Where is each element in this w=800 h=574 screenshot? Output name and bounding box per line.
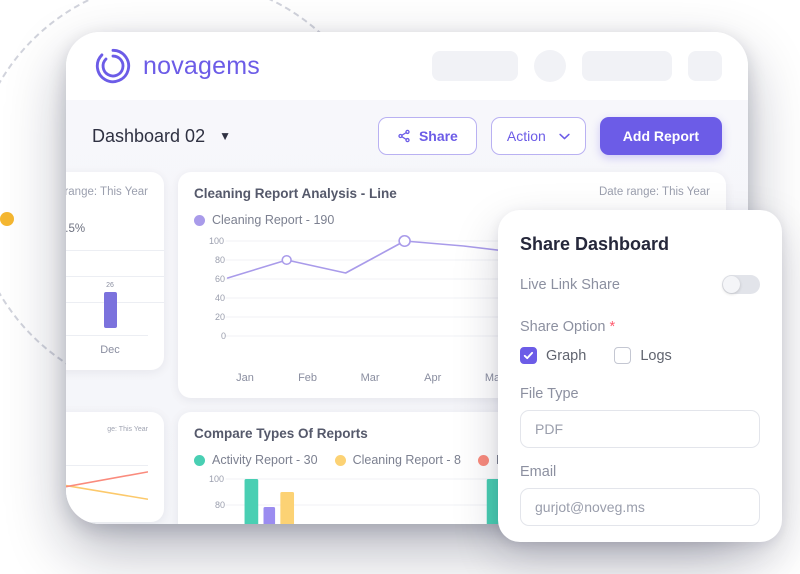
live-link-share-row: Live Link Share <box>520 275 760 294</box>
kpi-delta: 20.5% <box>66 223 85 235</box>
x-axis-label: Jan <box>236 372 254 384</box>
kpi-mini-chart: 27 26 <box>66 250 164 328</box>
svg-text:20: 20 <box>215 312 225 322</box>
email-input[interactable] <box>520 488 760 526</box>
share-button-label: Share <box>418 128 458 144</box>
x-axis-label: Mar <box>360 372 380 384</box>
header-placeholder-menu[interactable] <box>688 51 722 81</box>
add-report-button[interactable]: Add Report <box>599 117 722 155</box>
mini-bar-item: 26 <box>87 282 133 328</box>
header-placeholder-search[interactable] <box>432 51 518 81</box>
screenshot-stage: novagems Dashboard 02 ▼ Share Action Add… <box>0 0 800 574</box>
required-asterisk: * <box>609 319 616 335</box>
toggle-knob <box>723 276 740 293</box>
line-chart-title: Cleaning Report Analysis - Line <box>194 186 397 201</box>
action-dropdown-button[interactable]: Action <box>490 117 586 155</box>
checkbox-graph-box[interactable] <box>520 347 537 364</box>
svg-text:80: 80 <box>215 500 225 510</box>
bottom-left-partial-card: ge: This Year - 30 <box>66 412 164 522</box>
svg-text:80: 80 <box>215 255 225 265</box>
svg-text:100: 100 <box>209 236 224 246</box>
legend-color-dot <box>194 214 205 226</box>
legend-item[interactable]: Cleaning Report - 8 <box>334 453 461 467</box>
share-option-text: Share Option <box>520 319 606 335</box>
mini-bar-value: 26 <box>106 282 114 289</box>
share-option-group: Share Option * Graph Logs <box>520 318 760 364</box>
checkbox-logs[interactable]: Logs <box>614 347 672 364</box>
caret-down-icon[interactable]: ▼ <box>219 130 231 142</box>
brand-name: novagems <box>143 51 260 80</box>
dashboard-toolbar: Dashboard 02 ▼ Share Action Add Report <box>88 100 726 172</box>
x-axis-label: Apr <box>424 372 442 384</box>
email-label: Email <box>520 464 557 480</box>
file-type-group: File Type <box>520 386 760 448</box>
mini-axis-label: Dec <box>100 344 120 356</box>
checkbox-logs-label: Logs <box>640 347 672 364</box>
legend-color-dot <box>478 454 489 466</box>
kpi-delta-value: 20.5% <box>66 222 86 235</box>
action-button-label: Action <box>506 128 546 144</box>
modal-title: Share Dashboard <box>520 234 670 254</box>
toolbar-actions: Share Action Add Report <box>377 117 722 155</box>
legend-color-dot <box>194 454 205 466</box>
legend-label: Cleaning Report - 8 <box>352 453 461 467</box>
svg-text:0: 0 <box>221 331 226 341</box>
checkbox-graph[interactable]: Graph <box>520 347 586 364</box>
bottom-left-legend-text: - 30 <box>66 446 148 455</box>
check-icon <box>523 351 534 360</box>
share-dashboard-modal: Share Dashboard Live Link Share Share Op… <box>498 210 782 542</box>
svg-text:40: 40 <box>215 293 225 303</box>
svg-text:100: 100 <box>209 474 224 484</box>
brand[interactable]: novagems <box>94 47 260 85</box>
file-type-input[interactable] <box>520 410 760 448</box>
x-axis-label: Feb <box>298 372 318 384</box>
live-link-share-toggle[interactable] <box>722 275 760 294</box>
bottom-left-mini-line-chart <box>66 465 149 511</box>
line-chart-date-range: Date range: This Year <box>598 186 710 198</box>
page-title: Dashboard 02 <box>92 125 206 146</box>
kpi-value-row: 90 20.5% <box>66 204 148 240</box>
legend-item[interactable]: Activity Report - 30 <box>194 453 318 467</box>
novagems-ring-logo-icon <box>95 48 131 84</box>
share-option-label: Share Option * <box>520 319 615 335</box>
share-button[interactable]: Share <box>377 117 477 155</box>
checkbox-graph-label: Graph <box>546 347 587 364</box>
kpi-card: range: This Year 90 20.5% <box>66 172 164 370</box>
line-card-header: Cleaning Report Analysis - Line Date ran… <box>194 186 710 213</box>
header-placeholder-user[interactable] <box>582 51 672 81</box>
share-nodes-icon <box>398 129 410 143</box>
svg-text:60: 60 <box>215 274 225 284</box>
live-link-share-label: Live Link Share <box>520 276 620 293</box>
legend-label: Activity Report - 30 <box>212 453 318 467</box>
kpi-mini-bars: 27 26 <box>66 250 148 328</box>
kpi-date-range: range: This Year <box>66 186 148 198</box>
legend-item[interactable]: Cleaning Report - 190 <box>194 213 334 227</box>
email-group: Email <box>520 464 760 526</box>
bottom-left-date-range: ge: This Year <box>107 426 148 433</box>
app-header: novagems <box>66 32 748 100</box>
share-option-checkboxes: Graph Logs <box>520 347 760 364</box>
legend-label: Cleaning Report - 190 <box>212 213 335 227</box>
file-type-label: File Type <box>520 386 579 402</box>
checkbox-logs-box[interactable] <box>614 347 632 364</box>
kpi-mini-axis: Nov Dec <box>66 335 148 356</box>
decorative-orange-dot <box>0 212 14 226</box>
header-right-placeholders <box>432 50 722 82</box>
chevron-down-icon <box>559 133 570 139</box>
add-report-label: Add Report <box>622 128 699 144</box>
header-placeholder-avatar[interactable] <box>534 50 566 82</box>
legend-color-dot <box>334 454 346 466</box>
